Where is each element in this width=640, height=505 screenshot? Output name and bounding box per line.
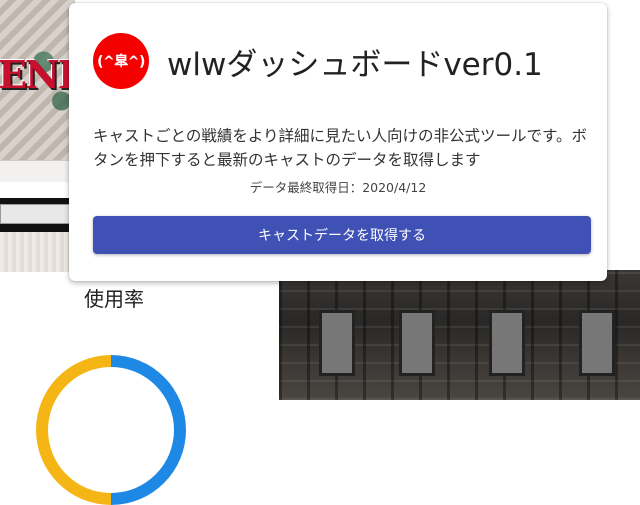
popup-description: キャストごとの戦績をより詳細に見たい人向けの非公式ツールです。ボタンを押下すると… (93, 127, 587, 169)
photo-detail (319, 310, 355, 376)
photo-detail (579, 310, 615, 376)
background-banner-image: ENE (0, 0, 75, 160)
extension-popup: (^皐^) wlwダッシュボードver0.1 キャストごとの戦績をより詳細に見た… (69, 3, 607, 281)
photo-detail (399, 310, 435, 376)
avatar-icon: (^皐^) (93, 33, 149, 89)
popup-title: wlwダッシュボードver0.1 (167, 46, 543, 83)
usage-rate-label: 使用率 (84, 287, 144, 311)
background-input-bar (0, 198, 75, 232)
background-photo (279, 270, 640, 400)
photo-detail (489, 310, 525, 376)
banner-logo-text: ENE (0, 52, 75, 97)
usage-donut-chart (36, 355, 186, 505)
last-updated-text: データ最終取得日：2020/4/12 (249, 180, 427, 195)
background-strip (0, 160, 75, 183)
popup-header: (^皐^) wlwダッシュボードver0.1 (93, 33, 543, 89)
fetch-cast-data-button[interactable]: キャストデータを取得する (93, 216, 591, 254)
background-strip (0, 232, 75, 272)
